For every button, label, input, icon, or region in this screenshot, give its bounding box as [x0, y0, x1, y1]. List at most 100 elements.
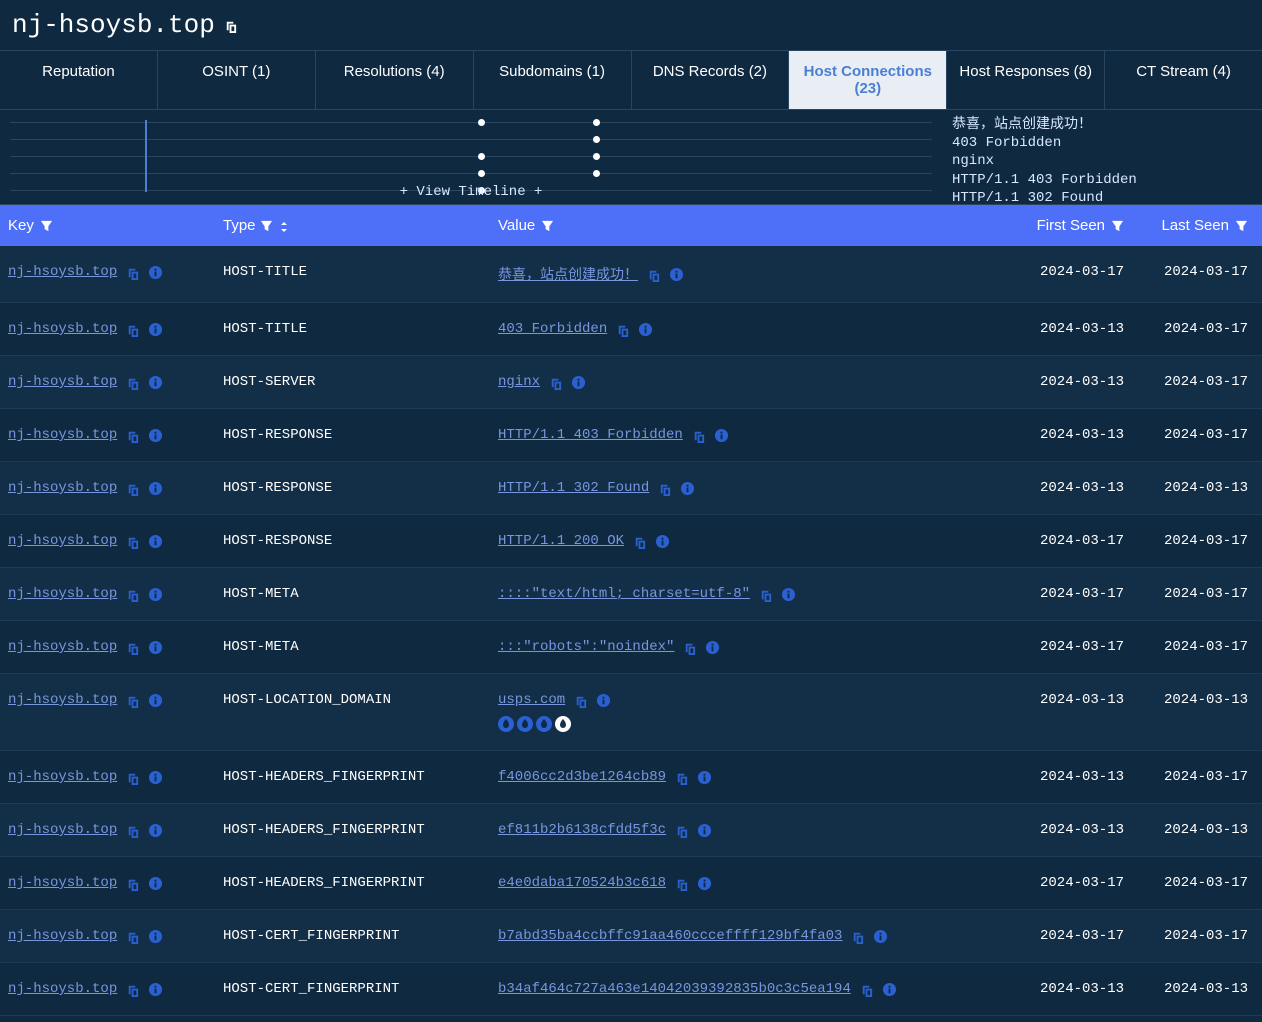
copy-icon[interactable]	[125, 770, 140, 785]
key-link[interactable]: nj-hsoysb.top	[8, 427, 117, 443]
value-link[interactable]: HTTP/1.1 403 Forbidden	[498, 427, 683, 443]
filter-icon[interactable]	[541, 219, 554, 232]
copy-icon[interactable]	[125, 876, 140, 891]
view-timeline-button[interactable]: + View Timeline +	[400, 184, 543, 200]
copy-icon[interactable]	[674, 823, 689, 838]
value-link[interactable]: HTTP/1.1 200 OK	[498, 533, 624, 549]
info-icon[interactable]	[882, 982, 897, 997]
info-icon[interactable]	[148, 428, 163, 443]
copy-icon[interactable]	[859, 982, 874, 997]
key-link[interactable]: nj-hsoysb.top	[8, 928, 117, 944]
info-icon[interactable]	[596, 693, 611, 708]
key-link[interactable]: nj-hsoysb.top	[8, 533, 117, 549]
info-icon[interactable]	[148, 640, 163, 655]
copy-icon[interactable]	[758, 587, 773, 602]
info-icon[interactable]	[148, 982, 163, 997]
value-link[interactable]: b7abd35ba4ccbffc91aa460ccceffff129bf4fa0…	[498, 928, 842, 944]
copy-icon[interactable]	[125, 929, 140, 944]
column-type[interactable]: Type	[223, 217, 256, 234]
copy-icon[interactable]	[548, 375, 563, 390]
key-link[interactable]: nj-hsoysb.top	[8, 586, 117, 602]
key-link[interactable]: nj-hsoysb.top	[8, 769, 117, 785]
tab-5[interactable]: Host Connections (23)	[789, 51, 947, 109]
tab-7[interactable]: CT Stream (4)	[1105, 51, 1262, 109]
sort-icon[interactable]	[277, 219, 291, 233]
copy-icon[interactable]	[573, 693, 588, 708]
value-link[interactable]: b34af464c727a463e14042039392835b0c3c5ea1…	[498, 981, 851, 997]
value-link[interactable]: HTTP/1.1 302 Found	[498, 480, 649, 496]
tab-3[interactable]: Subdomains (1)	[474, 51, 632, 109]
copy-icon[interactable]	[125, 640, 140, 655]
info-icon[interactable]	[148, 823, 163, 838]
tab-6[interactable]: Host Responses (8)	[947, 51, 1105, 109]
tab-4[interactable]: DNS Records (2)	[632, 51, 790, 109]
value-link[interactable]: usps.com	[498, 692, 565, 708]
key-link[interactable]: nj-hsoysb.top	[8, 264, 117, 280]
copy-icon[interactable]	[125, 265, 140, 280]
tab-0[interactable]: Reputation	[0, 51, 158, 109]
info-icon[interactable]	[705, 640, 720, 655]
key-link[interactable]: nj-hsoysb.top	[8, 639, 117, 655]
copy-icon[interactable]	[674, 770, 689, 785]
copy-icon[interactable]	[646, 267, 661, 282]
copy-icon[interactable]	[850, 929, 865, 944]
key-link[interactable]: nj-hsoysb.top	[8, 374, 117, 390]
key-link[interactable]: nj-hsoysb.top	[8, 875, 117, 891]
info-icon[interactable]	[781, 587, 796, 602]
filter-icon[interactable]	[1111, 219, 1124, 232]
copy-icon[interactable]	[674, 876, 689, 891]
info-icon[interactable]	[148, 375, 163, 390]
info-icon[interactable]	[714, 428, 729, 443]
column-first-seen[interactable]: First Seen	[1037, 217, 1105, 234]
info-icon[interactable]	[148, 481, 163, 496]
value-link[interactable]: e4e0daba170524b3c618	[498, 875, 666, 891]
info-icon[interactable]	[148, 770, 163, 785]
copy-icon[interactable]	[125, 693, 140, 708]
value-link[interactable]: 403 Forbidden	[498, 321, 607, 337]
info-icon[interactable]	[655, 534, 670, 549]
info-icon[interactable]	[680, 481, 695, 496]
filter-icon[interactable]	[1235, 219, 1248, 232]
copy-icon[interactable]	[125, 375, 140, 390]
info-icon[interactable]	[148, 876, 163, 891]
info-icon[interactable]	[148, 587, 163, 602]
copy-icon[interactable]	[657, 481, 672, 496]
info-icon[interactable]	[571, 375, 586, 390]
info-icon[interactable]	[148, 534, 163, 549]
key-link[interactable]: nj-hsoysb.top	[8, 822, 117, 838]
key-link[interactable]: nj-hsoysb.top	[8, 321, 117, 337]
column-last-seen[interactable]: Last Seen	[1161, 217, 1229, 234]
info-icon[interactable]	[148, 929, 163, 944]
info-icon[interactable]	[148, 322, 163, 337]
copy-icon[interactable]	[125, 823, 140, 838]
info-icon[interactable]	[697, 770, 712, 785]
info-icon[interactable]	[697, 876, 712, 891]
info-icon[interactable]	[873, 929, 888, 944]
value-link[interactable]: :::"robots":"noindex"	[498, 639, 674, 655]
filter-icon[interactable]	[260, 219, 273, 232]
key-link[interactable]: nj-hsoysb.top	[8, 480, 117, 496]
value-link[interactable]: nginx	[498, 374, 540, 390]
column-value[interactable]: Value	[498, 217, 535, 234]
tab-1[interactable]: OSINT (1)	[158, 51, 316, 109]
value-link[interactable]: 恭喜，站点创建成功！	[498, 264, 638, 284]
key-link[interactable]: nj-hsoysb.top	[8, 692, 117, 708]
key-link[interactable]: nj-hsoysb.top	[8, 981, 117, 997]
tab-2[interactable]: Resolutions (4)	[316, 51, 474, 109]
value-link[interactable]: f4006cc2d3be1264cb89	[498, 769, 666, 785]
info-icon[interactable]	[638, 322, 653, 337]
info-icon[interactable]	[148, 265, 163, 280]
filter-icon[interactable]	[40, 219, 53, 232]
copy-icon[interactable]	[125, 534, 140, 549]
info-icon[interactable]	[697, 823, 712, 838]
copy-icon[interactable]	[682, 640, 697, 655]
value-link[interactable]: ef811b2b6138cfdd5f3c	[498, 822, 666, 838]
copy-icon[interactable]	[632, 534, 647, 549]
column-key[interactable]: Key	[8, 217, 34, 234]
info-icon[interactable]	[669, 267, 684, 282]
info-icon[interactable]	[148, 693, 163, 708]
copy-icon[interactable]	[125, 322, 140, 337]
copy-icon[interactable]	[125, 481, 140, 496]
copy-icon[interactable]	[125, 587, 140, 602]
copy-icon[interactable]	[125, 982, 140, 997]
